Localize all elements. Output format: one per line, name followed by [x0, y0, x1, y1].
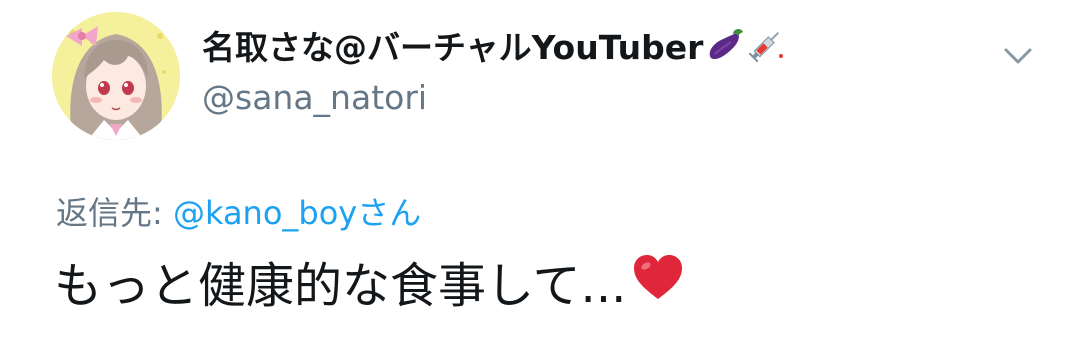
tweet-text: もっと健康的な食事して...	[54, 254, 684, 318]
syringe-icon	[747, 26, 787, 73]
user-handle[interactable]: @sana_natori	[202, 76, 427, 120]
tweet-body: もっと健康的な食事して...	[54, 258, 627, 314]
reply-mention-suffix: さん	[357, 194, 422, 232]
avatar-illustration-icon	[52, 12, 180, 140]
display-name-text: 名取さな@バーチャルYouTuber	[202, 28, 704, 67]
display-name[interactable]: 名取さな@バーチャルYouTuber	[202, 26, 787, 73]
reply-prefix: 返信先:	[56, 194, 163, 232]
chevron-down-icon[interactable]	[1000, 38, 1036, 74]
reply-to-line: 返信先: @kano_boyさん	[56, 192, 421, 234]
tweet-card: 名取さな@バーチャルYouTuber @sana_natori 返信先: @ka…	[0, 0, 1080, 360]
avatar[interactable]	[52, 12, 180, 140]
red-heart-icon	[632, 253, 684, 317]
reply-mention-handle: @kano_boy	[172, 194, 358, 232]
eggplant-icon	[705, 26, 745, 73]
reply-mention-link[interactable]: @kano_boyさん	[173, 194, 421, 232]
